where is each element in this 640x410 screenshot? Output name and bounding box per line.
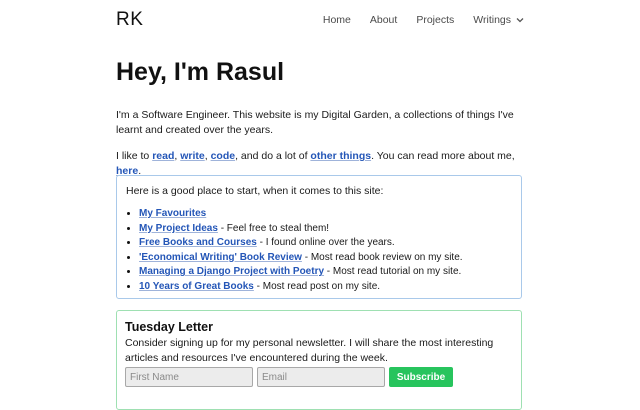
write-link[interactable]: write: [180, 150, 205, 162]
newsletter-title: Tuesday Letter: [125, 320, 213, 334]
email-input[interactable]: [257, 367, 385, 387]
chevron-down-icon: [516, 15, 524, 25]
site-header: RK Home About Projects Writings: [116, 0, 524, 40]
nav-about[interactable]: About: [370, 14, 397, 26]
site-logo[interactable]: RK: [116, 9, 143, 31]
page-title: Hey, I'm Rasul: [116, 58, 285, 86]
subscribe-button[interactable]: Subscribe: [389, 367, 453, 387]
start-here-list: My Favourites My Project Ideas - Feel fr…: [126, 207, 463, 295]
nav-projects[interactable]: Projects: [416, 14, 454, 26]
list-item-text: - Most read post on my site.: [253, 280, 381, 292]
list-item: 10 Years of Great Books - Most read post…: [139, 280, 463, 295]
list-item-text: - Most read book review on my site.: [301, 251, 463, 263]
likes-mid: , and do a lot of: [235, 150, 311, 162]
list-item: 'Economical Writing' Book Review - Most …: [139, 251, 463, 266]
list-item: Managing a Django Project with Poetry - …: [139, 265, 463, 280]
project-ideas-link[interactable]: My Project Ideas: [139, 223, 218, 234]
list-item-text: - Most read tutorial on my site.: [324, 266, 462, 278]
list-item: My Project Ideas - Feel free to steal th…: [139, 222, 463, 237]
start-here-intro: Here is a good place to start, when it c…: [126, 185, 384, 197]
list-item: My Favourites: [139, 207, 463, 222]
list-item: Free Books and Courses - I found online …: [139, 236, 463, 251]
list-item-text: - Feel free to steal them!: [217, 222, 330, 234]
first-name-input[interactable]: [125, 367, 253, 387]
django-poetry-link[interactable]: Managing a Django Project with Poetry: [139, 266, 324, 277]
list-item-text: - I found online over the years.: [256, 237, 395, 249]
intro-text: I'm a Software Engineer. This website is…: [116, 109, 514, 136]
newsletter-text: Consider signing up for my personal news…: [125, 337, 494, 364]
favourites-link[interactable]: My Favourites: [139, 208, 206, 219]
newsletter-box: Tuesday Letter Consider signing up for m…: [116, 310, 522, 410]
other-things-link[interactable]: other things: [310, 150, 371, 162]
book-review-link[interactable]: 'Economical Writing' Book Review: [139, 252, 302, 263]
start-here-box: Here is a good place to start, when it c…: [116, 175, 522, 299]
likes-suffix: . You can read more about me,: [371, 150, 515, 162]
likes-prefix: I like to: [116, 150, 153, 162]
main-nav: Home About Projects Writings: [304, 14, 524, 26]
read-link[interactable]: read: [152, 150, 174, 162]
great-books-link[interactable]: 10 Years of Great Books: [139, 281, 254, 292]
free-books-link[interactable]: Free Books and Courses: [139, 237, 257, 248]
nav-home[interactable]: Home: [323, 14, 351, 26]
code-link[interactable]: code: [211, 150, 236, 162]
nav-writings[interactable]: Writings: [473, 14, 524, 26]
nav-writings-label: Writings: [473, 14, 511, 26]
